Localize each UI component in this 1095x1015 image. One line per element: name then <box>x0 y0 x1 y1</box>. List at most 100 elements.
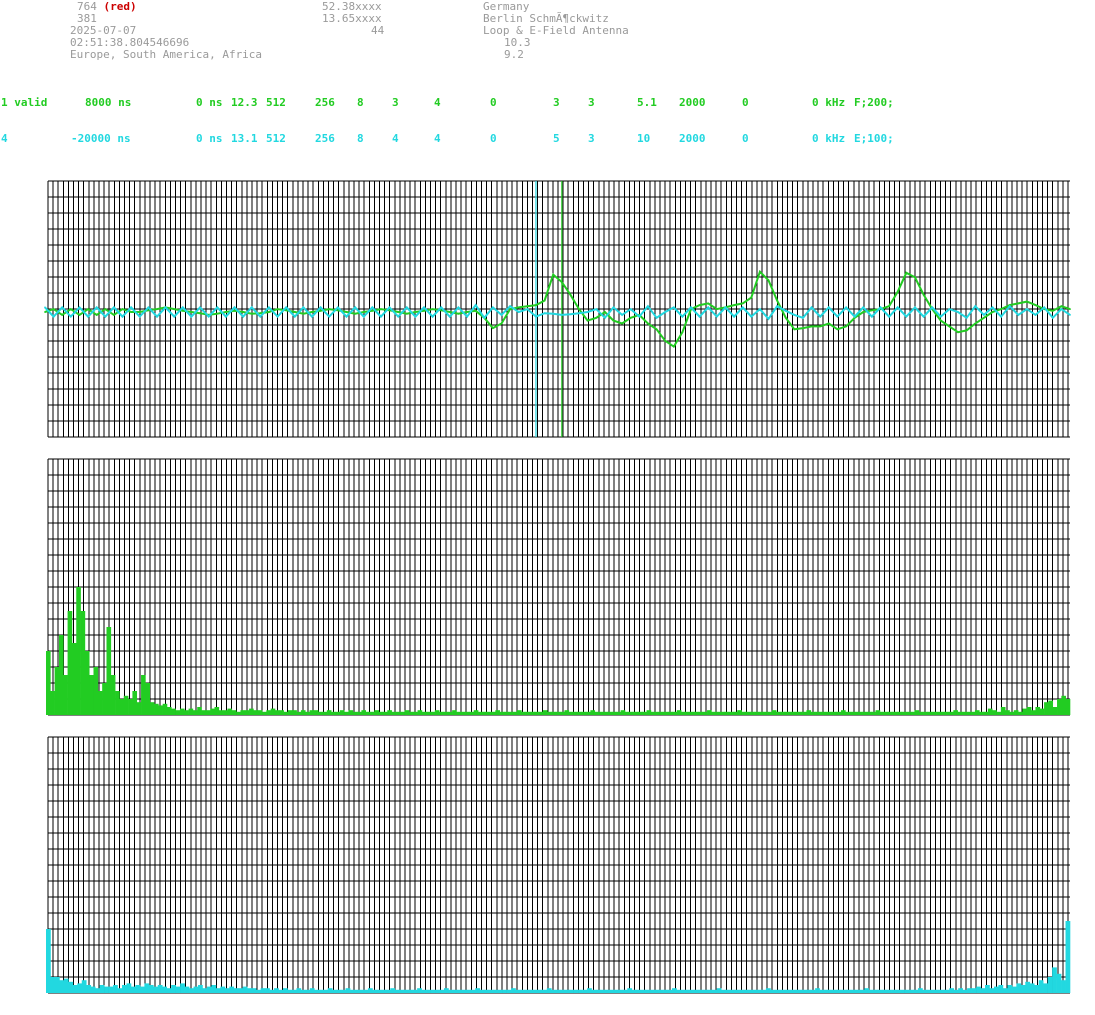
spectrum-green-bar <box>331 711 336 715</box>
spectrum-green-bar <box>806 710 812 715</box>
spectrum-green-bar <box>590 710 596 715</box>
spectrum-cyan-bar <box>135 985 141 993</box>
spectrum-cyan-bar <box>113 985 118 993</box>
spectrum-cyan-bar <box>372 989 378 993</box>
spectrum-green-bar <box>383 711 388 715</box>
spectrum-green-bar <box>1035 707 1041 715</box>
spectrum-cyan-bar <box>926 989 932 993</box>
waveform-point-cyan <box>741 306 744 309</box>
waveform-point-green <box>629 316 632 319</box>
spectrum-green-bar <box>1026 707 1032 715</box>
waveform-point-cyan <box>759 308 761 310</box>
waveform-point-green <box>147 309 150 312</box>
waveform-point-cyan <box>526 308 529 310</box>
spectrum-green-bar <box>832 711 837 715</box>
spectrum-green-bar <box>421 711 427 715</box>
spectrum-cyan-bar <box>1038 980 1044 993</box>
spectrum-cyan-bar <box>220 986 226 993</box>
spectrum-green-bar <box>97 691 103 715</box>
spectrum-cyan-bar <box>1007 985 1013 993</box>
spectrum-green-bar <box>149 702 155 715</box>
spectrum-cyan-bar <box>108 986 114 993</box>
spectrum-cyan-bar <box>1047 977 1053 993</box>
spectrum-cyan-bar <box>171 985 176 993</box>
spectrum-green-bar <box>918 711 924 715</box>
waveform-point-cyan <box>337 306 339 309</box>
spectrum-green-bar <box>136 702 142 715</box>
waveform-point-green <box>113 314 115 316</box>
spectrum-green-bar <box>201 710 207 715</box>
waveform-point-green <box>259 312 262 315</box>
spectrum-green-bar <box>1005 710 1010 715</box>
waveform-point-cyan <box>345 315 348 318</box>
spectrum-green-bar <box>1048 700 1054 715</box>
spectrum-green-bar <box>979 711 984 715</box>
spectrum-green-bar <box>802 711 807 715</box>
spectrum-cyan-bar <box>859 989 865 993</box>
waveform-point-cyan <box>793 314 796 316</box>
spectrum-green-bar <box>335 711 341 715</box>
spectrum-green-bar <box>365 711 371 715</box>
spectrum-cyan-bar <box>104 986 109 993</box>
spectrum-green-bar <box>624 711 630 715</box>
waveform-point-green <box>810 325 813 328</box>
waveform-point-cyan <box>569 313 572 316</box>
spectrum-green-bar <box>957 711 963 715</box>
spectrum-green-bar <box>828 711 833 715</box>
spectrum-cyan-bar <box>618 989 624 993</box>
spectrum-cyan-bar <box>283 988 288 993</box>
waveform-point-green <box>595 316 598 319</box>
waveform-point-cyan <box>509 305 511 308</box>
spectrum-cyan-bar <box>1016 983 1022 993</box>
spectrum-green-bar <box>875 710 881 715</box>
waveform-point-green <box>319 309 322 312</box>
spectrum-cyan-bar <box>980 988 986 993</box>
spectrum-green-bar <box>257 710 263 715</box>
waveform-point-green <box>371 309 374 312</box>
spectrum-cyan-bar <box>524 989 530 993</box>
spectrum-cyan-bar <box>900 989 905 993</box>
spectrum-green-bar <box>637 711 643 715</box>
waveform-point-green <box>759 270 761 273</box>
spectrum-cyan-bar <box>435 989 440 993</box>
spectrum-cyan-bar <box>806 989 811 993</box>
waveform-point-cyan <box>448 315 451 318</box>
waveform-point-cyan <box>560 314 563 316</box>
spectrum-cyan-bar <box>591 989 597 993</box>
waveform-point-cyan <box>483 316 486 319</box>
waveform-point-green <box>1034 304 1037 306</box>
spectrum-cyan-bar <box>663 989 668 993</box>
waveform-point-green <box>939 319 942 322</box>
waveform-point-cyan <box>147 306 150 309</box>
waveform-point-green <box>991 311 994 313</box>
spectrum-green-bar <box>849 711 855 715</box>
spectrum-green-bar <box>776 711 781 715</box>
waveform-point-cyan <box>285 306 288 309</box>
waveform-point-cyan <box>707 306 710 309</box>
spectrum-green-bar <box>361 710 367 715</box>
spectrum-green-bar <box>931 711 937 715</box>
waveform-point-green <box>492 327 494 329</box>
spectrum-cyan-bar <box>63 978 69 993</box>
spectrum-cyan-bar <box>247 988 252 993</box>
spectrum-cyan-bar <box>233 988 239 993</box>
waveform-point-green <box>104 308 107 310</box>
spectrum-cyan-grid <box>47 736 1070 994</box>
waveform-point-cyan <box>104 315 107 318</box>
spectrum-cyan-bar <box>448 989 454 993</box>
spectrum-green-bar <box>1061 695 1066 715</box>
spectrum-green-bar <box>482 711 488 715</box>
spectrum-green-bar <box>923 711 928 715</box>
spectrum-green-bar <box>391 711 397 715</box>
waveform-point-green <box>664 339 667 342</box>
spectrum-cyan-bar <box>815 988 820 993</box>
waveform-point-green <box>457 312 460 315</box>
waveform-point-cyan <box>871 315 873 318</box>
spectrum-green-bar <box>192 710 198 715</box>
spectrum-green-bar <box>352 711 358 715</box>
spectrum-cyan-bar <box>833 989 838 993</box>
spectrum-green-bar <box>1022 708 1028 715</box>
spectrum-cyan-bar <box>792 989 798 993</box>
waveform-point-green <box>845 325 847 328</box>
spectrum-green-bar <box>871 711 876 715</box>
